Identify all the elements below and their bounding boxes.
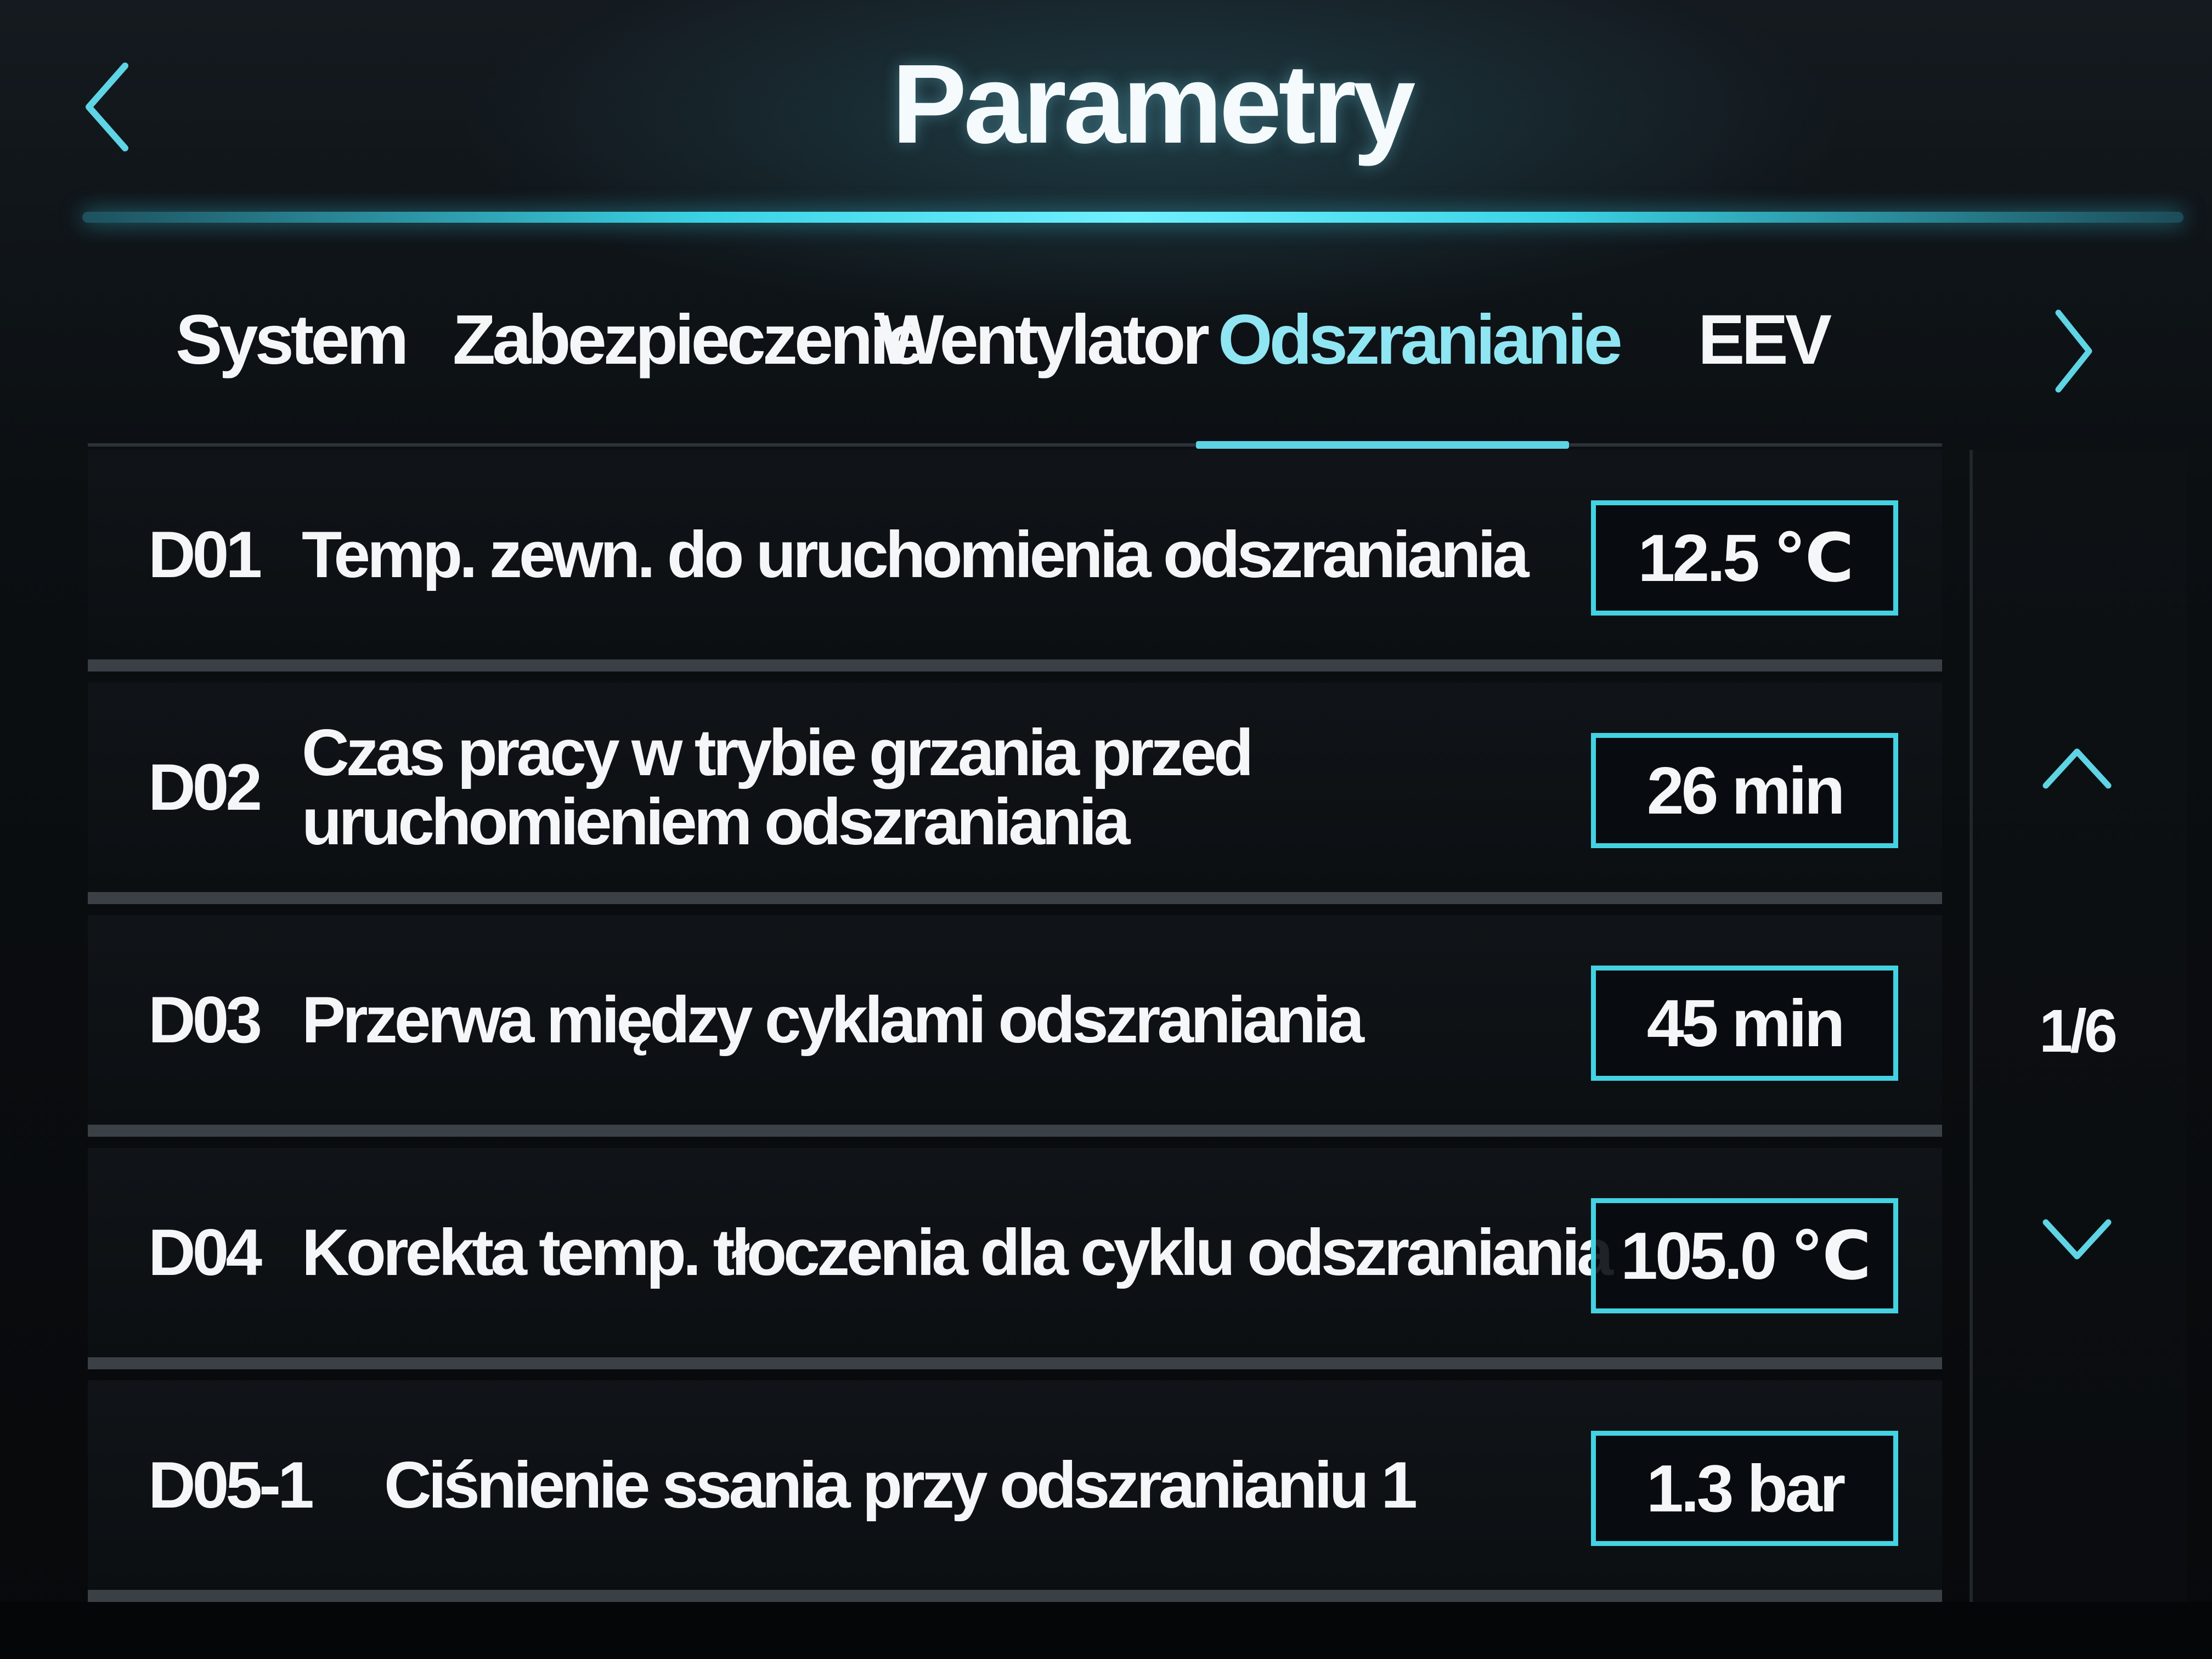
parameter-value-field[interactable]: 105.0 ℃ <box>1591 1198 1898 1313</box>
next-tab-button[interactable] <box>2041 296 2107 406</box>
parameters-screen: Parametry System Zabezpieczenie Wentylat… <box>0 0 2212 1659</box>
active-tab-indicator <box>1196 441 1569 449</box>
parameter-description: Czas pracy w trybie grzania przed urucho… <box>302 716 1254 859</box>
parameter-row: D01 Temp. zewn. do uruchomienia odszrani… <box>88 450 1942 672</box>
page-title: Parametry <box>891 41 1416 167</box>
chevron-left-icon <box>86 63 128 151</box>
tab-zabezpieczenie[interactable]: Zabezpieczenie <box>453 291 925 390</box>
tab-eev[interactable]: EEV <box>1698 291 1832 390</box>
screen-bezel <box>0 1602 2212 1659</box>
chevron-up-icon <box>2042 748 2112 789</box>
parameter-description: Ciśnienie ssania przy odszranianiu 1 <box>384 1448 1418 1522</box>
pager: 1/6 <box>1970 450 2187 1602</box>
parameter-value-field[interactable]: 1.3 bar <box>1591 1431 1898 1546</box>
tab-wentylator[interactable]: Wentylator <box>878 291 1210 390</box>
parameter-description: Temp. zewn. do uruchomienia odszraniania <box>302 518 1529 591</box>
parameter-code: D03 <box>148 983 262 1057</box>
back-button[interactable] <box>77 55 137 159</box>
parameter-row: D02 Czas pracy w trybie grzania przed ur… <box>88 682 1942 904</box>
parameter-list: D01 Temp. zewn. do uruchomienia odszrani… <box>88 450 1942 1602</box>
page-up-button[interactable] <box>2022 713 2132 823</box>
parameter-value-field[interactable]: 26 min <box>1591 733 1898 848</box>
parameter-description: Korekta temp. tłoczenia dla cyklu odszra… <box>302 1216 1613 1289</box>
parameter-code: D01 <box>148 518 262 591</box>
tab-system[interactable]: System <box>176 291 409 390</box>
parameter-code: D02 <box>148 751 262 824</box>
chevron-right-icon <box>2055 309 2092 393</box>
tab-divider <box>88 443 1942 447</box>
parameter-code: D05-1 <box>148 1448 314 1522</box>
tab-odszranianie[interactable]: Odszranianie <box>1218 291 1623 390</box>
page-indicator: 1/6 <box>2039 997 2118 1065</box>
parameter-description: Przerwa między cyklami odszraniania <box>302 983 1364 1057</box>
parameter-row: D03 Przerwa między cyklami odszraniania … <box>88 915 1942 1137</box>
parameter-row: D05-1 Ciśnienie ssania przy odszranianiu… <box>88 1380 1942 1602</box>
parameter-value-field[interactable]: 12.5 ℃ <box>1591 500 1898 616</box>
chevron-down-icon <box>2042 1219 2112 1260</box>
tab-bar: System Zabezpieczenie Wentylator Odszran… <box>88 274 2063 450</box>
header-divider <box>82 212 2183 223</box>
page-down-button[interactable] <box>2022 1185 2132 1295</box>
parameter-code: D04 <box>148 1216 262 1289</box>
parameter-row: D04 Korekta temp. tłoczenia dla cyklu od… <box>88 1148 1942 1369</box>
parameter-value-field[interactable]: 45 min <box>1591 966 1898 1081</box>
